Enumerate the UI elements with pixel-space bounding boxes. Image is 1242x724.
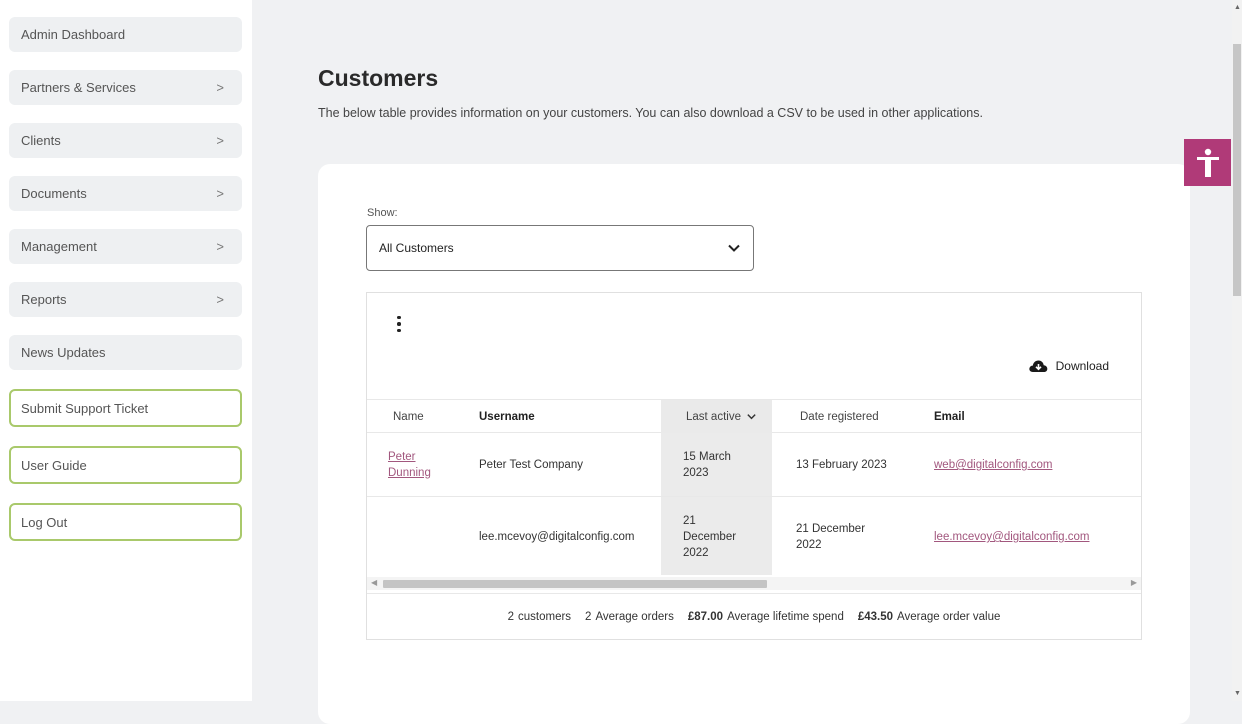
scroll-up-icon[interactable]: ▲ (1234, 4, 1241, 11)
sidebar-item-documents[interactable]: Documents > (9, 176, 242, 211)
customers-table-panel: Download Name Username Last active Date … (366, 292, 1142, 640)
column-header-username[interactable]: Username (479, 400, 535, 433)
customer-filter-value: All Customers (379, 241, 454, 255)
sidebar-item-label: News Updates (21, 345, 106, 360)
show-filter-label: Show: (367, 207, 398, 219)
sidebar-item-label: Reports (21, 292, 67, 307)
summary-customers-value: 2 (507, 611, 514, 623)
column-header-label: Last active (686, 410, 741, 423)
table-row: Peter Dunning Peter Test Company 15 Marc… (367, 433, 1141, 497)
column-header-name[interactable]: Name (393, 400, 424, 433)
email-link[interactable]: lee.mcevoy@digitalconfig.com (934, 529, 1090, 545)
page-subtitle: The below table provides information on … (318, 106, 983, 120)
download-label: Download (1055, 359, 1109, 373)
chevron-right-icon: > (216, 239, 224, 254)
username-cell: lee.mcevoy@digitalconfig.com (479, 531, 635, 543)
sort-descending-icon (747, 414, 756, 420)
sidebar-item-clients[interactable]: Clients > (9, 123, 242, 158)
column-header-email[interactable]: Email (934, 400, 965, 433)
customers-card: Show: All Customers Download Name Userna… (318, 164, 1190, 724)
scroll-left-icon[interactable]: ◀ (371, 578, 377, 587)
last-active-cell: 21 December 2022 (683, 515, 737, 559)
chevron-right-icon: > (216, 80, 224, 95)
last-active-cell: 15 March 2023 (683, 451, 731, 479)
sidebar-item-label: Documents (21, 186, 87, 201)
accessibility-icon (1196, 148, 1219, 177)
table-summary: 2 customers 2 Average orders £87.00 Aver… (367, 593, 1141, 640)
date-registered-cell: 21 December 2022 (796, 523, 866, 551)
sidebar-item-partners-services[interactable]: Partners & Services > (9, 70, 242, 105)
download-button[interactable]: Download (1028, 358, 1109, 374)
summary-lifetime-label: Average lifetime spend (727, 611, 844, 623)
summary-lifetime-value: £87.00 (687, 611, 724, 623)
sidebar-item-management[interactable]: Management > (9, 229, 242, 264)
sidebar-item-label: Clients (21, 133, 61, 148)
summary-customers-label: customers (518, 611, 572, 623)
accessibility-button[interactable] (1184, 139, 1231, 186)
summary-order-value: £43.50 (857, 611, 894, 623)
user-guide-button[interactable]: User Guide (9, 446, 242, 484)
summary-orders-value: 2 (585, 611, 592, 623)
sidebar-item-news-updates[interactable]: News Updates (9, 335, 242, 370)
sidebar-item-label: Log Out (21, 514, 68, 530)
scrollbar-thumb[interactable] (1233, 44, 1241, 296)
customer-filter-select[interactable]: All Customers (366, 225, 754, 271)
table-header: Name Username Last active Date registere… (367, 399, 1141, 433)
table-horizontal-scrollbar[interactable]: ◀ ▶ (367, 577, 1141, 590)
chevron-right-icon: > (216, 292, 224, 307)
more-options-icon[interactable] (389, 311, 409, 337)
sidebar-item-admin-dashboard[interactable]: Admin Dashboard (9, 17, 242, 52)
scroll-right-icon[interactable]: ▶ (1131, 578, 1137, 587)
chevron-down-icon (728, 244, 740, 252)
sidebar-item-label: Partners & Services (21, 80, 136, 95)
column-header-last-active[interactable]: Last active (661, 400, 772, 433)
sidebar-item-reports[interactable]: Reports > (9, 282, 242, 317)
summary-orders-label: Average orders (595, 611, 674, 623)
page-vertical-scrollbar[interactable]: ▲ ▼ (1232, 0, 1242, 701)
sidebar-item-label: Submit Support Ticket (21, 400, 149, 416)
column-header-date-registered[interactable]: Date registered (800, 400, 879, 433)
log-out-button[interactable]: Log Out (9, 503, 242, 541)
sidebar-item-label: Management (21, 239, 97, 254)
cloud-download-icon (1028, 360, 1047, 372)
scroll-down-icon[interactable]: ▼ (1234, 690, 1241, 697)
scrollbar-thumb[interactable] (383, 580, 767, 588)
customers-table: Name Username Last active Date registere… (367, 399, 1141, 575)
chevron-right-icon: > (216, 186, 224, 201)
chevron-right-icon: > (216, 133, 224, 148)
main-content: Customers The below table provides infor… (252, 0, 1232, 724)
username-cell: Peter Test Company (479, 459, 583, 471)
page-title: Customers (318, 65, 439, 91)
summary-order-value-label: Average order value (897, 611, 1001, 623)
sidebar-item-label: User Guide (21, 457, 87, 473)
email-link[interactable]: web@digitalconfig.com (934, 457, 1052, 473)
sidebar: Admin Dashboard Partners & Services > Cl… (0, 0, 252, 701)
customer-name-link[interactable]: Peter Dunning (388, 449, 436, 481)
table-row: lee.mcevoy@digitalconfig.com 21 December… (367, 497, 1141, 575)
date-registered-cell: 13 February 2023 (796, 459, 887, 471)
submit-support-ticket-button[interactable]: Submit Support Ticket (9, 389, 242, 427)
sidebar-item-label: Admin Dashboard (21, 27, 126, 42)
